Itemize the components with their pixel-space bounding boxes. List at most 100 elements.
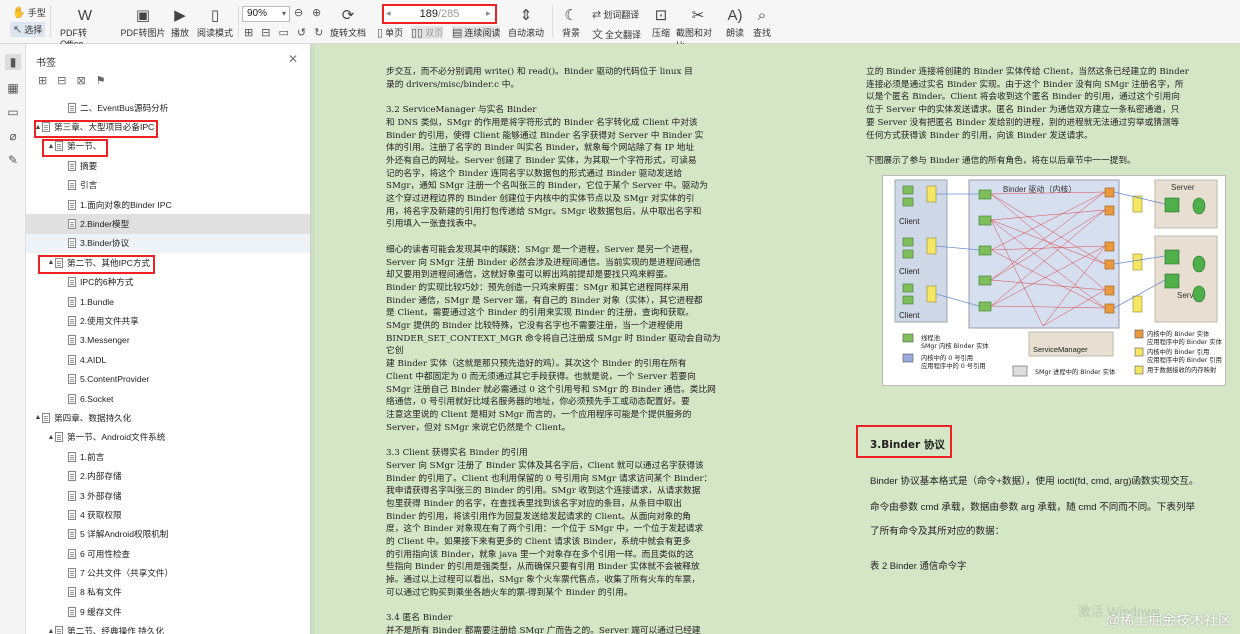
- bookmark-label: 2.内部存储: [80, 471, 122, 482]
- zoom-out-button[interactable]: ⊖: [294, 6, 303, 19]
- bookmark-item[interactable]: 6 可用性检查: [26, 544, 310, 563]
- bookmark-item[interactable]: 3.Binder协议: [26, 233, 310, 254]
- collapse-toggle-icon[interactable]: ▲: [34, 124, 42, 131]
- bookmark-item[interactable]: 4.AIDL: [26, 350, 310, 369]
- collapse-toggle-icon[interactable]: ▲: [34, 414, 42, 421]
- text-line: 些指向 Binder 的引用是强类型，从而确保只要有引用 Binder 实体就不…: [386, 562, 700, 573]
- bookmark-page-icon: [68, 490, 76, 501]
- bookmark-page-icon: [68, 529, 76, 540]
- thumbnail-tab-icon[interactable]: ▦: [5, 80, 21, 96]
- collapse-toggle-icon[interactable]: ▲: [47, 628, 55, 634]
- bookmark-item[interactable]: 7 公共文件（共享文件）: [26, 563, 310, 582]
- auto-scroll-button[interactable]: ⇕ 自动滚动: [506, 6, 546, 39]
- bookmark-item[interactable]: 二、EventBus源码分析: [26, 98, 310, 117]
- bookmark-item[interactable]: 引言: [26, 176, 310, 195]
- text-line: Binder 通信，SMgr 是 Server 端，有自己的 Binder 对象…: [386, 295, 703, 306]
- pdf-to-image-button[interactable]: ▣ PDF转图片: [120, 6, 166, 39]
- scissors-icon: ✂: [691, 7, 705, 24]
- expand-bookmark-icon[interactable]: ⊠: [76, 74, 85, 87]
- fit-page-icon[interactable]: ⊟: [261, 26, 270, 39]
- read-aloud-button[interactable]: A) 朗读: [722, 6, 748, 39]
- single-page-button[interactable]: ▯ 单页: [377, 26, 403, 39]
- double-page-button[interactable]: ▯▯ 双页: [411, 26, 444, 39]
- bookmark-label: 二、EventBus源码分析: [80, 102, 169, 113]
- prev-page-icon[interactable]: ◂: [386, 8, 391, 19]
- full-translate-button[interactable]: 文全文翻译: [592, 26, 641, 42]
- bookmark-flag-icon[interactable]: ⚑: [96, 74, 106, 87]
- hand-tool[interactable]: ✋ 手型: [12, 6, 46, 19]
- bookmark-item[interactable]: 8 私有文件: [26, 583, 310, 602]
- comment-tab-icon[interactable]: ▭: [5, 104, 21, 120]
- client-label-1: Client: [899, 217, 920, 226]
- word-translate-button[interactable]: ⇄ 划词翻译: [592, 8, 639, 21]
- rotate-doc-button[interactable]: ⟳ 旋转文档: [330, 6, 366, 39]
- bookmark-item[interactable]: ▲ 第三章、大型项目必备IPC: [26, 117, 310, 136]
- zoom-in-button[interactable]: ⊕: [312, 6, 321, 19]
- bookmark-label: 4 获取权限: [80, 509, 122, 520]
- text-line: 连接必须是通过实名 Binder 实现。由于这个 Binder 没有向 SMgr…: [866, 79, 1184, 90]
- bookmark-item[interactable]: ▲ 第二节、其他IPC方式: [26, 253, 310, 272]
- bookmark-item[interactable]: ▲ 第一节、: [26, 137, 310, 156]
- collapse-toggle-icon[interactable]: ▲: [47, 259, 55, 266]
- bookmark-item[interactable]: 3 外部存储: [26, 486, 310, 505]
- bookmark-page-icon: [68, 606, 76, 617]
- rotate-right-icon[interactable]: ↻: [314, 26, 323, 39]
- select-tool[interactable]: ↖ 选择: [10, 22, 46, 37]
- bookmark-item[interactable]: 2.Binder模型: [26, 214, 310, 234]
- text-column-left: 步交互，而不必分别调用 write() 和 read()。Binder 驱动的代…: [386, 66, 724, 634]
- document-viewer[interactable]: 步交互，而不必分别调用 write() 和 read()。Binder 驱动的代…: [311, 44, 1240, 634]
- stamp-tab-icon[interactable]: ✎: [5, 152, 21, 168]
- bookmark-item[interactable]: 2.内部存储: [26, 466, 310, 485]
- bookmark-item[interactable]: 2.使用文件共享: [26, 311, 310, 330]
- bookmark-item[interactable]: 1.前言: [26, 447, 310, 466]
- bookmark-page-icon: [68, 354, 76, 365]
- collapse-toggle-icon[interactable]: ▲: [47, 434, 55, 441]
- bookmark-item[interactable]: ▲ 第二节、经典操作 持久化: [26, 622, 310, 634]
- bookmark-page-icon: [68, 374, 76, 385]
- text-line: 包里获得 Binder 的名字，在查找表里找到该名字对应的条目，从条目中取出: [386, 498, 682, 509]
- read-mode-button[interactable]: ▯ 阅读模式: [196, 6, 234, 39]
- zoom-select[interactable]: 90%: [242, 6, 290, 22]
- bookmark-item[interactable]: 1.Bundle: [26, 292, 310, 311]
- close-icon[interactable]: ✕: [288, 52, 298, 66]
- bookmark-item[interactable]: 4 获取权限: [26, 505, 310, 524]
- bookmark-item[interactable]: 3.Messenger: [26, 331, 310, 350]
- background-button[interactable]: ☾ 背景: [558, 6, 584, 39]
- text-line: 记的名字，将这个 Binder 连同名字以数据包的形式通过 Binder 驱动发…: [386, 168, 683, 179]
- play-button[interactable]: ▶ 播放: [168, 6, 192, 39]
- text-line: Binder 的引用了。Client 也利用保留的 0 号引用向 SMgr 请求…: [386, 473, 713, 484]
- bookmark-page-icon: [68, 315, 76, 326]
- text-line: Binder 的引用，使得 Client 能够通过 Binder 名字获得对 S…: [386, 130, 704, 141]
- page-number-input[interactable]: 189/285: [382, 4, 497, 24]
- bookmark-tab-icon[interactable]: ▮: [5, 54, 21, 70]
- collapse-toggle-icon[interactable]: ▲: [47, 143, 55, 150]
- service-manager-label: ServiceManager: [1033, 345, 1088, 354]
- bookmark-item[interactable]: 1.面向对象的Binder IPC: [26, 195, 310, 214]
- bookmark-item[interactable]: ▲ 第一节、Android文件系统: [26, 428, 310, 447]
- bookmark-item[interactable]: IPC的6种方式: [26, 273, 310, 292]
- search-button[interactable]: ⌕ 查找: [750, 6, 774, 39]
- next-page-icon[interactable]: ▸: [486, 8, 491, 19]
- compress-button[interactable]: ⊡ 压缩: [648, 6, 674, 39]
- bookmark-item[interactable]: 9 缓存文件: [26, 602, 310, 621]
- rotate-left-icon[interactable]: ↺: [297, 26, 306, 39]
- full-translate-icon: 文: [592, 29, 603, 41]
- bookmark-label: 第二节、经典操作 持久化: [67, 626, 164, 634]
- side-panel-tabs: ▮ ▦ ▭ ⌀ ✎: [0, 44, 26, 634]
- continuous-button[interactable]: ▤ 连续阅读: [452, 26, 501, 39]
- pdf-to-office-button[interactable]: WPDF转Office: [60, 6, 110, 50]
- bookmark-item[interactable]: 6.Socket: [26, 389, 310, 408]
- delete-bookmark-icon[interactable]: ⊟: [57, 74, 66, 87]
- add-bookmark-icon[interactable]: ⊞: [38, 74, 47, 87]
- fit-width-icon[interactable]: ⊞: [244, 26, 253, 39]
- legend-ref0: 内核中的 0 号引用: [921, 353, 973, 362]
- text-line: 用，将名字及新建的引用打包传递给 SMgr。SMgr 收数据包后，从中取出名字和: [386, 206, 702, 217]
- text-line: 3.3 Client 获得实名 Binder 的引用: [386, 448, 528, 459]
- attachment-tab-icon[interactable]: ⌀: [5, 128, 21, 144]
- bookmark-item[interactable]: 5.ContentProvider: [26, 369, 310, 388]
- bookmark-item[interactable]: 5 详解Android权限机制: [26, 525, 310, 544]
- bookmark-item[interactable]: 摘要: [26, 156, 310, 175]
- actual-size-icon[interactable]: ▭: [278, 26, 288, 39]
- bookmark-item[interactable]: ▲ 第四章、数据持久化: [26, 408, 310, 427]
- bookmark-page-icon: [68, 219, 76, 230]
